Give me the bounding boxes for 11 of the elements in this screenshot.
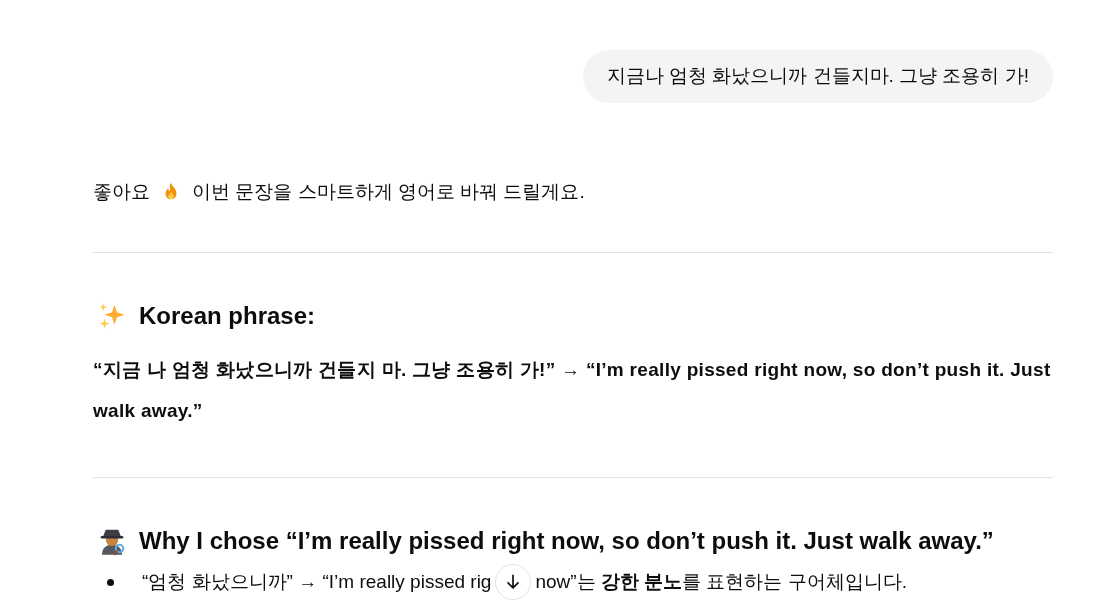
message-text: 좋아요 [93,180,150,204]
user-message: 지금나 엄청 화났으니까 건들지마. 그냥 조용히 가! [582,50,1053,103]
message-text: 이번 문장을 스마트하게 영어로 바꿔 드릴게요. [192,180,585,204]
section-heading: Why I chose “I’m really pissed right now, so don’t push it. Just walk away.” [139,526,994,556]
section-heading: Korean phrase: [139,301,316,331]
scroll-down-button[interactable] [495,564,532,600]
bullet-text: now”는 강한 분노를 표현하는 구어체입니다. [535,570,907,594]
paragraph: “지금 나 엄청 화났으니까 건들지 마. 그냥 조용히 가!” → “I’m really pissed right now, so don’t push it. Just walk away.” [93,358,1052,423]
bullet-text: “엄청 화났으니까” → “I’m really pissed rig [142,570,492,594]
bullet-dot [107,578,114,586]
sparkles-icon [97,301,127,331]
